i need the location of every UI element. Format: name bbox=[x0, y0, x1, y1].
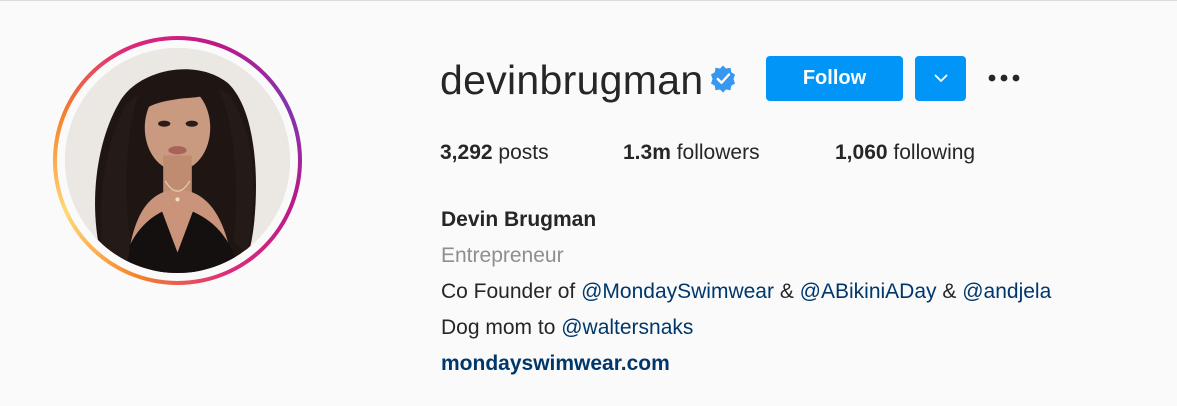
bio-separator: & bbox=[773, 280, 800, 303]
mention-link-waltersnaks[interactable]: @waltersnaks bbox=[561, 316, 693, 339]
bio-line1-prefix: Co Founder of bbox=[441, 280, 582, 303]
website-row: mondayswimwear.com bbox=[441, 346, 1051, 382]
mention-link-abikiniaday[interactable]: @ABikiniADay bbox=[800, 280, 937, 303]
posts-count: 3,292 bbox=[440, 141, 493, 164]
bio-line-dog-mom: Dog mom to @waltersnaks bbox=[441, 310, 1051, 346]
mention-link-mondayswimwear[interactable]: @MondaySwimwear bbox=[581, 280, 774, 303]
followers-count: 1.3m bbox=[623, 141, 671, 164]
chevron-down-icon bbox=[934, 74, 947, 82]
posts-label: posts bbox=[492, 141, 549, 164]
following-label: following bbox=[887, 141, 976, 164]
category-label: Entrepreneur bbox=[441, 244, 564, 267]
bio-separator: & bbox=[936, 280, 963, 303]
following-stat[interactable]: 1,060 following bbox=[835, 141, 975, 165]
more-options-button[interactable] bbox=[985, 65, 1023, 91]
profile-avatar[interactable] bbox=[65, 48, 290, 273]
bio-line-cofounder: Co Founder of @MondaySwimwear & @ABikini… bbox=[441, 274, 1051, 310]
more-options-icon bbox=[988, 74, 1020, 82]
following-count: 1,060 bbox=[835, 141, 888, 164]
story-ring[interactable] bbox=[53, 36, 302, 285]
suggested-accounts-dropdown-button[interactable] bbox=[915, 56, 966, 101]
profile-header: devinbrugman Follow 3,292 posts 1.3m fol… bbox=[0, 0, 1177, 406]
website-link[interactable]: mondayswimwear.com bbox=[441, 352, 670, 375]
username: devinbrugman bbox=[440, 57, 704, 103]
follow-button[interactable]: Follow bbox=[766, 56, 903, 101]
followers-stat[interactable]: 1.3m followers bbox=[623, 141, 760, 165]
full-name: Devin Brugman bbox=[441, 208, 597, 231]
verified-badge-icon bbox=[711, 65, 735, 93]
avatar-image bbox=[65, 48, 290, 273]
profile-bio: Devin Brugman Entrepreneur Co Founder of… bbox=[441, 202, 1051, 382]
followers-label: followers bbox=[670, 141, 760, 164]
bio-line2-prefix: Dog mom to bbox=[441, 316, 562, 339]
posts-stat: 3,292 posts bbox=[440, 141, 549, 165]
mention-link-andjela[interactable]: @andjela bbox=[962, 280, 1051, 303]
